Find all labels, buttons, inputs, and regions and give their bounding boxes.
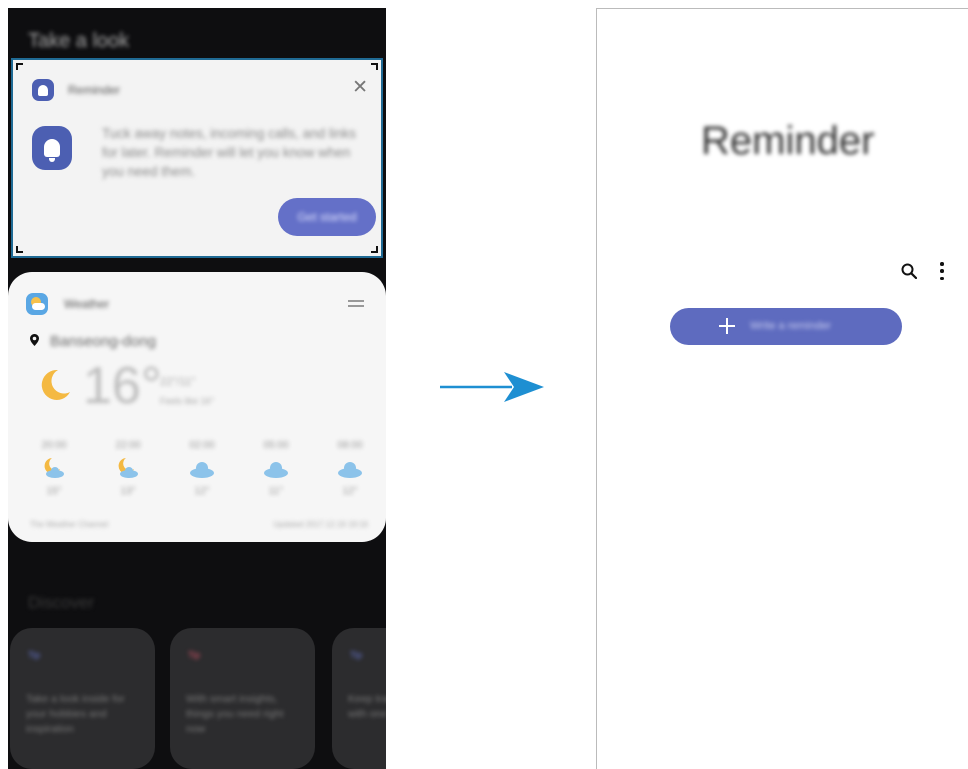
- location-name: Banseong-dong: [50, 333, 156, 350]
- weather-source: The Weather Channel: [30, 520, 109, 529]
- discover-tag: Tip: [28, 650, 41, 660]
- forecast-item: 05:00 11°: [244, 440, 308, 497]
- page-header: Take a look: [28, 30, 130, 52]
- forecast-time: 02:00: [189, 440, 215, 451]
- discover-title: Discover: [28, 593, 95, 612]
- close-icon[interactable]: ✕: [352, 76, 368, 99]
- forecast-temp: 13°: [120, 486, 136, 497]
- discover-text: With smart insights, things you need rig…: [186, 693, 284, 735]
- forecast-time: 05:00: [263, 440, 289, 451]
- forecast-item: 08:00 12°: [318, 440, 382, 497]
- forecast-temp: 15°: [46, 486, 62, 497]
- cloud-icon: [318, 456, 382, 480]
- forecast-temp: 11°: [268, 486, 284, 497]
- weather-card[interactable]: Weather Banseong-dong 16° 22°/11° Feels …: [8, 272, 386, 542]
- cloud-icon: [244, 456, 308, 480]
- discover-card[interactable]: Tip Keep track of your day with one view: [332, 628, 386, 769]
- moon-cloud-icon: [96, 456, 160, 480]
- get-started-button[interactable]: Get started: [278, 198, 376, 236]
- discover-card[interactable]: Tip With smart insights, things you need…: [170, 628, 315, 769]
- forecast-time: 22:00: [115, 440, 141, 451]
- discover-text: Keep track of your day with one view: [348, 693, 386, 720]
- location-pin-icon: [30, 334, 39, 346]
- write-reminder-label: Write a reminder: [750, 320, 832, 332]
- write-reminder-button[interactable]: Write a reminder: [670, 308, 902, 345]
- weather-app-name: Weather: [64, 297, 110, 311]
- forecast-temp: 12°: [342, 486, 358, 497]
- discover-text: Take a look inside for your hobbies and …: [26, 693, 125, 735]
- bell-icon: [32, 126, 72, 170]
- forecast-item: 22:00 13°: [96, 440, 160, 497]
- plus-icon: [719, 318, 735, 334]
- app-title: Reminder: [701, 119, 875, 163]
- moon-cloud-icon: [22, 456, 86, 480]
- reminder-app-icon: [32, 79, 54, 101]
- drag-handle-icon[interactable]: [348, 300, 364, 310]
- discover-tag: Tip: [188, 650, 201, 660]
- search-icon[interactable]: [901, 263, 917, 279]
- discover-tag: Tip: [350, 650, 363, 660]
- hourly-forecast: 20:00 15° 22:00 13° 02:00 12° 05:00 11° …: [22, 440, 382, 497]
- left-screen: Take a look Reminder ✕ Tuck away notes, …: [8, 8, 386, 769]
- cloud-icon: [170, 456, 234, 480]
- forecast-time: 08:00: [337, 440, 363, 451]
- discover-card[interactable]: Tip Take a look inside for your hobbies …: [10, 628, 155, 769]
- moon-icon: [41, 369, 70, 400]
- forecast-time: 20:00: [41, 440, 67, 451]
- temperature-range: 22°/11°: [160, 376, 196, 388]
- get-started-label: Get started: [297, 210, 357, 224]
- forecast-item: 20:00 15°: [22, 440, 86, 497]
- forecast-item: 02:00 12°: [170, 440, 234, 497]
- weather-updated: Updated 2017.12.19 19:16: [273, 520, 368, 529]
- reminder-description: Tuck away notes, incoming calls, and lin…: [102, 126, 356, 179]
- forecast-temp: 12°: [194, 486, 210, 497]
- current-temperature: 16°: [83, 357, 162, 415]
- more-options-icon[interactable]: [939, 262, 945, 280]
- right-screen: Reminder Write a reminder: [596, 8, 968, 769]
- feels-like: Feels like 16°: [160, 396, 215, 406]
- reminder-app-name: Reminder: [68, 83, 121, 97]
- transition-arrow-icon: [440, 372, 544, 402]
- weather-app-icon: [26, 293, 48, 315]
- reminder-card[interactable]: Reminder ✕ Tuck away notes, incoming cal…: [12, 58, 382, 256]
